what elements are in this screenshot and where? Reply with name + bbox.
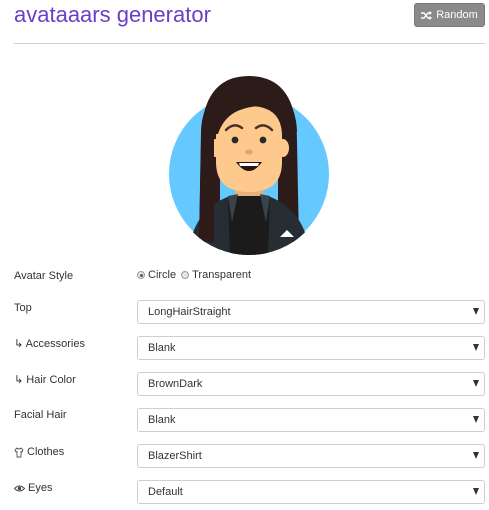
- radio-transparent[interactable]: [181, 271, 190, 279]
- avatar-style-label: Avatar Style: [14, 270, 74, 282]
- eyes-label-text: Eyes: [28, 482, 53, 494]
- clothes-label-text: Clothes: [27, 446, 65, 458]
- accessories-label-text: ↳ Accessories: [14, 338, 85, 350]
- top-select[interactable]: LongHairStraight: [137, 300, 485, 324]
- hair-color-select-value: BrownDark: [148, 378, 203, 390]
- avatar-eye-left: [231, 136, 239, 144]
- random-button[interactable]: Random: [414, 3, 485, 27]
- avatar-eye-right: [259, 136, 267, 144]
- clothes-select[interactable]: BlazerShirt: [137, 444, 485, 468]
- accessories-label: ↳ Accessories: [14, 337, 85, 351]
- eye-icon: [14, 485, 25, 491]
- chevron-down-icon: [473, 452, 479, 459]
- facial-hair-select-value: Blank: [148, 414, 176, 426]
- eyes-label: Eyes: [14, 481, 52, 495]
- top-label: Top: [14, 301, 32, 315]
- chevron-down-icon: [473, 416, 479, 423]
- facial-hair-select[interactable]: Blank: [137, 408, 485, 432]
- hair-color-label: ↳ Hair Color: [14, 373, 76, 387]
- avatar-ear-right: [277, 139, 289, 157]
- chevron-down-icon: [473, 308, 479, 315]
- clothes-select-value: BlazerShirt: [148, 450, 202, 462]
- header-divider: [14, 43, 485, 44]
- facial-hair-label-text: Facial Hair: [14, 409, 67, 421]
- shuffle-icon: [421, 10, 433, 20]
- radio-transparent-label[interactable]: Transparent: [192, 268, 251, 282]
- eyes-select-value: Default: [148, 486, 183, 498]
- chevron-down-icon: [473, 488, 479, 495]
- chevron-down-icon: [473, 344, 479, 351]
- clothes-label: Clothes: [14, 445, 64, 459]
- top-select-value: LongHairStraight: [148, 306, 231, 318]
- avatar-preview: [168, 72, 330, 256]
- accessories-select-value: Blank: [148, 342, 176, 354]
- random-button-label: Random: [436, 9, 478, 21]
- facial-hair-label: Facial Hair: [14, 408, 67, 422]
- accessories-select[interactable]: Blank: [137, 336, 485, 360]
- hair-color-select[interactable]: BrownDark: [137, 372, 485, 396]
- shirt-icon: [14, 446, 24, 457]
- radio-circle-label[interactable]: Circle: [148, 268, 176, 282]
- hair-color-label-text: ↳ Hair Color: [14, 374, 76, 386]
- avatar-style-radio-group: Circle Transparent: [137, 268, 251, 282]
- radio-circle[interactable]: [137, 271, 145, 279]
- top-label-text: Top: [14, 302, 32, 314]
- chevron-down-icon: [473, 380, 479, 387]
- app-title: avataaars generator: [14, 2, 211, 27]
- eyes-select[interactable]: Default: [137, 480, 485, 504]
- avatar-nose: [245, 149, 253, 155]
